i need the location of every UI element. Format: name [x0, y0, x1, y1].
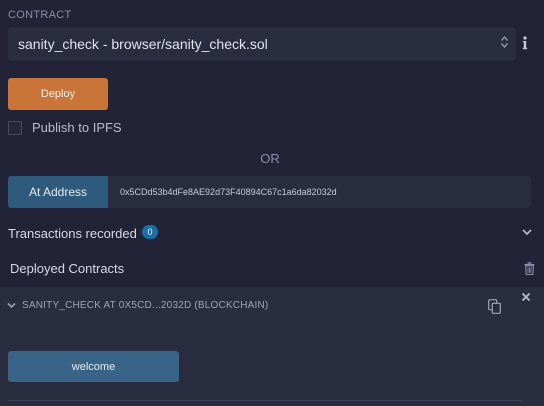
transactions-recorded-label[interactable]: Transactions recorded	[8, 226, 137, 241]
deploy-button[interactable]: Deploy	[8, 78, 108, 110]
deployed-contracts-label: Deployed Contracts	[10, 261, 125, 276]
panel-divider	[8, 400, 522, 401]
publish-ipfs-checkbox[interactable]	[8, 121, 22, 135]
chevron-down-icon[interactable]	[7, 302, 16, 309]
or-separator: OR	[260, 151, 280, 166]
close-icon[interactable]	[521, 292, 531, 302]
welcome-function-button[interactable]: welcome	[8, 351, 179, 382]
address-input[interactable]: 0x5CDd53b4dFe8AE92d73F40894C67c1a6da8203…	[108, 176, 531, 208]
transactions-count-badge: 0	[142, 225, 158, 239]
contract-select-value: sanity_check - browser/sanity_check.sol	[18, 36, 268, 52]
select-arrows-icon	[501, 36, 508, 48]
contract-select[interactable]: sanity_check - browser/sanity_check.sol	[8, 27, 516, 61]
chevron-down-icon[interactable]	[522, 228, 532, 236]
publish-ipfs-label: Publish to IPFS	[32, 120, 122, 135]
deployed-instance-title[interactable]: SANITY_CHECK AT 0X5CD...2032D (BLOCKCHAI…	[22, 300, 268, 311]
copy-icon[interactable]	[488, 299, 501, 314]
at-address-button[interactable]: At Address	[8, 176, 108, 208]
trash-icon[interactable]	[524, 262, 535, 275]
info-icon[interactable]	[521, 36, 529, 50]
contract-section-label: CONTRACT	[8, 9, 72, 21]
